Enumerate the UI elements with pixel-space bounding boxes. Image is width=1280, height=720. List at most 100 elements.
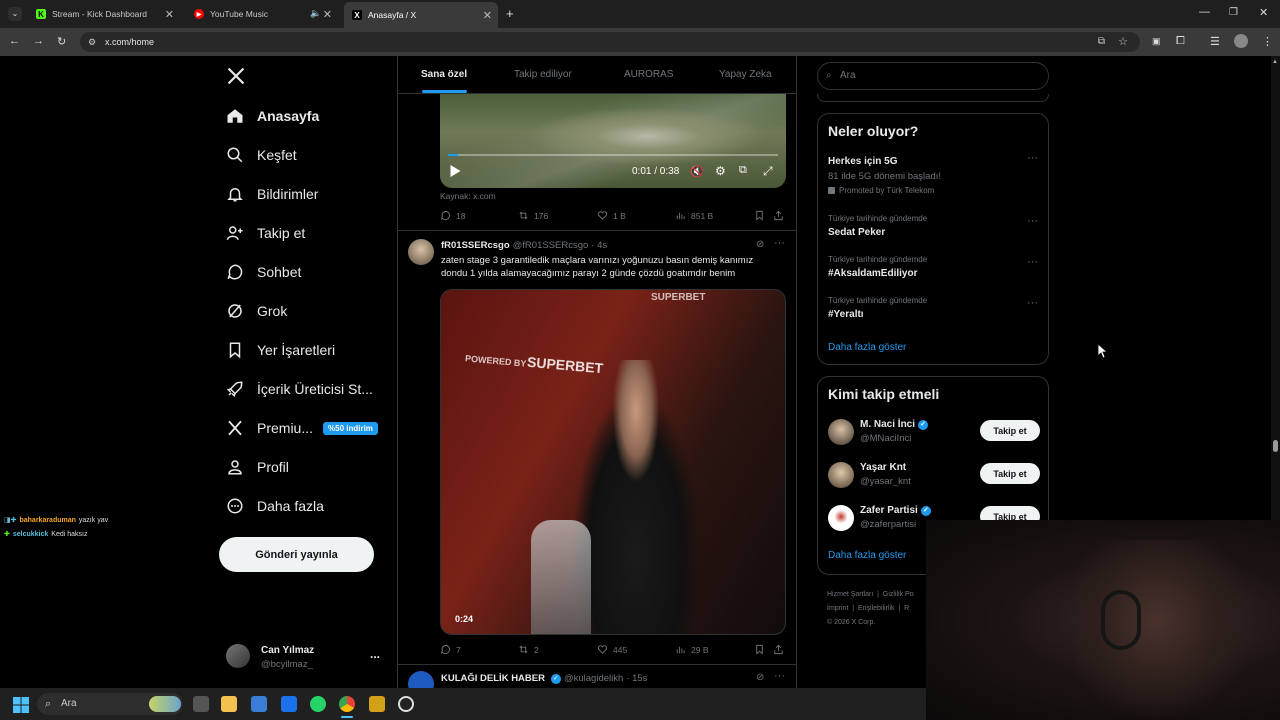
site-info-icon[interactable]: ⚙ <box>88 32 96 52</box>
video-player[interactable]: POWERED BY SUPERBET SUPERBET 0:24 <box>440 289 786 635</box>
nav-follow[interactable]: Takip et <box>225 218 305 248</box>
chrome-icon[interactable] <box>339 696 355 712</box>
post-handle[interactable]: @kulagidelikh <box>564 673 623 684</box>
post-more-icon[interactable]: ··· <box>774 237 785 249</box>
reply-button[interactable]: 7 <box>440 644 461 655</box>
tab-for-you[interactable]: Sana özel <box>421 69 467 80</box>
trend-item[interactable]: Türkiye tarihinde gündemde #AksaİdamEdil… <box>818 253 1048 285</box>
install-app-icon[interactable]: ⧉ <box>1098 32 1105 52</box>
nav-notifications[interactable]: Bildirimler <box>225 179 318 209</box>
search-input[interactable]: ⌕ Ara <box>817 62 1049 90</box>
scroll-up-icon[interactable]: ▲ <box>1272 59 1278 65</box>
who-to-follow-show-more-link[interactable]: Daha fazla göster <box>828 550 906 561</box>
tab-following[interactable]: Takip ediliyor <box>514 69 572 80</box>
repost-button[interactable]: 176 <box>518 210 548 221</box>
grok-post-icon[interactable]: ⊘ <box>756 672 764 683</box>
play-icon[interactable] <box>450 164 461 182</box>
task-view-icon[interactable] <box>193 696 209 712</box>
nav-home[interactable]: Anasayfa <box>225 101 319 131</box>
post-time[interactable]: · 15s <box>626 673 647 684</box>
account-switcher[interactable]: Can Yılmaz @bcyilmaz_ ... <box>222 640 387 676</box>
views-button[interactable]: 29 B <box>675 644 709 655</box>
new-tab-icon[interactable]: + <box>506 6 514 21</box>
speaker-icon[interactable]: 🔈 <box>310 8 321 19</box>
x-logo-icon[interactable] <box>226 66 246 91</box>
footer-line[interactable]: Hizmet Şartları | Gizlilik Po <box>827 588 914 602</box>
reload-icon[interactable]: ↻ <box>57 35 66 48</box>
footer-line[interactable]: İmprint | Erişilebilirlik | R <box>827 602 914 616</box>
close-tab-icon[interactable]: ✕ <box>323 8 332 21</box>
close-tab-icon[interactable]: ✕ <box>165 8 174 21</box>
nav-bookmarks[interactable]: Yer İşaretleri <box>225 335 335 365</box>
tab-yapay-zeka[interactable]: Yapay Zeka <box>719 69 772 80</box>
forward-icon[interactable]: → <box>33 35 44 47</box>
trend-more-icon[interactable]: ··· <box>1027 297 1038 309</box>
restore-icon[interactable]: ❐ <box>1229 7 1238 18</box>
address-field[interactable]: ⚙ x.com/home ⧉ ☆ <box>80 32 1140 52</box>
file-explorer-icon[interactable] <box>221 696 237 712</box>
bookmark-post-button[interactable] <box>754 644 770 655</box>
follow-button[interactable]: Takip et <box>980 463 1040 484</box>
bookmark-star-icon[interactable]: ☆ <box>1118 32 1128 52</box>
post-time[interactable]: · 4s <box>591 240 607 251</box>
extensions-puzzle-icon[interactable]: ⧠ <box>1176 35 1185 48</box>
nav-explore[interactable]: Keşfet <box>225 140 297 170</box>
share-button[interactable] <box>773 210 789 221</box>
outlook-icon[interactable] <box>281 696 297 712</box>
trend-more-icon[interactable]: ··· <box>1027 215 1038 227</box>
picture-in-picture-icon[interactable]: ⧉ <box>739 164 747 177</box>
scrollbar-thumb[interactable] <box>1273 440 1278 452</box>
nav-chat[interactable]: Sohbet <box>225 257 301 287</box>
follow-button[interactable]: Takip et <box>980 420 1040 441</box>
obs-icon[interactable] <box>398 696 414 712</box>
post-button[interactable]: Gönderi yayınla <box>219 537 374 572</box>
whatsapp-icon[interactable] <box>310 696 326 712</box>
follow-suggestion[interactable]: Yaşar Knt @yasar_knt Takip et <box>818 458 1048 492</box>
views-button[interactable]: 851 B <box>675 210 713 221</box>
share-button[interactable] <box>773 644 789 655</box>
post-author[interactable]: fR01SSERcsgo <box>441 240 510 251</box>
more-dots-icon[interactable]: ... <box>370 647 380 661</box>
post-more-icon[interactable]: ··· <box>774 670 785 682</box>
like-button[interactable]: 1 B <box>597 210 626 221</box>
repost-button[interactable]: 2 <box>518 644 539 655</box>
extension-icon[interactable]: ▣ <box>1152 36 1161 47</box>
bookmark-post-button[interactable] <box>754 210 770 221</box>
taskbar-search[interactable]: ⌕ Ara <box>37 693 183 715</box>
browser-tab-kick[interactable]: K Stream - Kick Dashboard ✕ <box>28 3 180 25</box>
reading-list-icon[interactable]: ☰ <box>1210 35 1220 48</box>
app-icon[interactable] <box>369 696 385 712</box>
nav-creator-studio[interactable]: İçerik Üreticisi St... <box>225 374 373 404</box>
nav-profile[interactable]: Profil <box>225 452 289 482</box>
mute-icon[interactable]: 🔇 <box>690 165 704 178</box>
close-tab-icon[interactable]: ✕ <box>483 9 492 22</box>
browser-tab-x[interactable]: X Anasayfa / X ✕ <box>344 2 498 28</box>
profile-icon[interactable] <box>1234 34 1248 48</box>
browser-tab-youtube-music[interactable]: ▶ YouTube Music 🔈 ✕ <box>186 3 338 25</box>
trend-item[interactable]: Herkes için 5G 81 ilde 5G dönemi başladı… <box>818 152 1048 200</box>
trends-show-more-link[interactable]: Daha fazla göster <box>828 342 906 353</box>
menu-kebab-icon[interactable]: ⋮ <box>1262 35 1273 48</box>
avatar[interactable] <box>408 671 434 688</box>
tab-auroras[interactable]: AURORAS <box>624 69 673 80</box>
grok-post-icon[interactable]: ⊘ <box>756 239 764 250</box>
avatar[interactable] <box>408 239 434 265</box>
post-author[interactable]: KULAĞI DELİK HABER <box>441 673 545 684</box>
close-window-icon[interactable]: ✕ <box>1259 6 1268 19</box>
reply-button[interactable]: 18 <box>440 210 465 221</box>
fullscreen-icon[interactable]: ⤢ <box>763 164 773 179</box>
trend-item[interactable]: Türkiye tarihinde gündemde #Yeraltı ··· <box>818 294 1048 326</box>
post-handle[interactable]: @fR01SSERcsgo <box>513 240 589 251</box>
video-player[interactable]: 0:01 / 0:38 🔇 ⚙ ⧉ ⤢ <box>440 94 786 188</box>
tab-search-icon[interactable]: ⌄ <box>8 7 22 21</box>
minimize-icon[interactable]: — <box>1199 6 1210 18</box>
follow-suggestion[interactable]: M. Naci İnci ✓ @MNaciInci Takip et <box>818 415 1048 449</box>
trend-item[interactable]: Türkiye tarihinde gündemde Sedat Peker ·… <box>818 212 1048 244</box>
microsoft-store-icon[interactable] <box>251 696 267 712</box>
settings-gear-icon[interactable]: ⚙ <box>715 164 726 178</box>
nav-grok[interactable]: Grok <box>225 296 287 326</box>
nav-premium[interactable]: Premiu... %50 indirim <box>225 413 378 443</box>
back-icon[interactable]: ← <box>9 35 20 47</box>
trend-more-icon[interactable]: ··· <box>1027 152 1038 164</box>
video-progress-track[interactable] <box>448 154 778 156</box>
